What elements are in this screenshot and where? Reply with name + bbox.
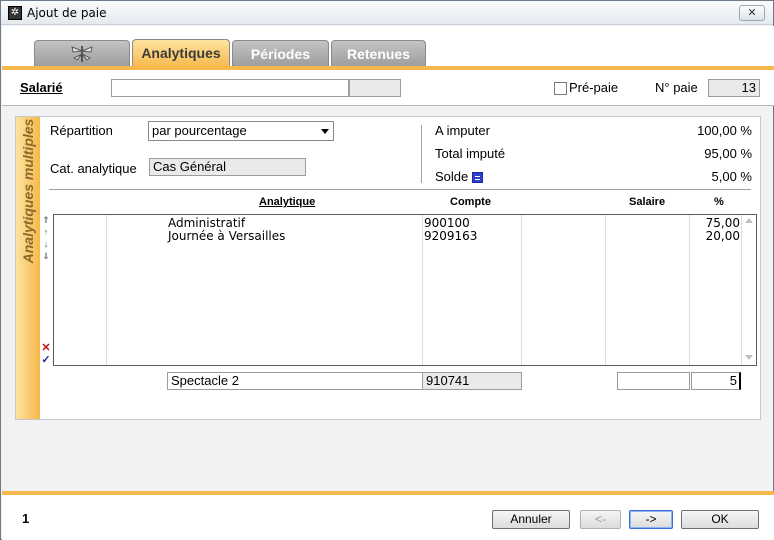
move-top-icon[interactable]: ⇑: [41, 215, 51, 226]
dragonfly-icon: [71, 46, 93, 62]
total-impute-label: Total imputé: [435, 146, 506, 161]
grid-col-line: [422, 215, 423, 365]
salarie-name-field[interactable]: [111, 79, 349, 97]
window-title: Ajout de paie: [27, 6, 107, 20]
edit-salaire-field[interactable]: [617, 372, 690, 390]
move-up-icon[interactable]: ↑: [41, 227, 51, 237]
analytiques-panel: Analytiques multiples Répartition par po…: [15, 116, 761, 420]
repartition-value: par pourcentage: [152, 123, 247, 138]
side-title: Analytiques multiples: [20, 118, 36, 264]
row-pct: 20,00: [705, 229, 740, 243]
row-analytique: Administratif: [168, 216, 246, 230]
repartition-label: Répartition: [50, 123, 113, 138]
app-icon: ✲: [8, 6, 22, 20]
col-header-analytique[interactable]: Analytique: [259, 196, 315, 208]
footer: 1 Annuler <- -> OK: [2, 495, 774, 540]
salarie-label[interactable]: Salarié: [20, 80, 63, 95]
prepaie-checkbox[interactable]: [554, 82, 567, 95]
ok-button[interactable]: OK: [681, 510, 759, 529]
move-down-icon[interactable]: ↓: [41, 239, 51, 249]
tab-bar: Analytiques Périodes Retenues: [2, 26, 774, 70]
a-imputer-value: 100,00 %: [697, 123, 752, 138]
solde-row: Solde: [435, 169, 484, 184]
tab-retenues[interactable]: Retenues: [331, 40, 426, 67]
next-button[interactable]: ->: [629, 510, 673, 529]
move-bottom-icon[interactable]: ⇓: [41, 251, 51, 262]
edit-pct-field[interactable]: 5: [691, 372, 741, 390]
cat-analytique-label: Cat. analytique: [50, 161, 137, 176]
scroll-up-icon[interactable]: [745, 218, 753, 223]
row-analytique: Journée à Versailles: [168, 229, 286, 243]
side-tab: Analytiques multiples: [16, 117, 40, 419]
prepaie-label: Pré-paie: [569, 80, 619, 95]
repartition-select[interactable]: par pourcentage: [148, 121, 334, 141]
edit-compte-field[interactable]: 910741: [422, 372, 522, 390]
grid-col-line: [605, 215, 606, 365]
scrollbar[interactable]: [742, 215, 756, 365]
col-header-salaire[interactable]: Salaire: [629, 196, 665, 208]
chevron-down-icon: [321, 129, 329, 134]
annuler-button[interactable]: Annuler: [492, 510, 570, 529]
tab-general[interactable]: [34, 40, 130, 67]
col-header-pct[interactable]: %: [714, 196, 724, 208]
a-imputer-label: A imputer: [435, 123, 490, 138]
npaie-field: 13: [708, 79, 760, 97]
solde-value: 5,00 %: [711, 169, 752, 184]
horizontal-divider: [49, 189, 751, 190]
dialog-window: ✲ Ajout de paie ✕ Analytiques Périodes R…: [0, 0, 774, 540]
grid-col-line: [521, 215, 522, 365]
grid-col-line: [106, 215, 107, 365]
close-button[interactable]: ✕: [739, 5, 765, 21]
solde-label: Solde: [435, 169, 469, 184]
tab-periodes[interactable]: Périodes: [232, 40, 329, 67]
title-bar: ✲ Ajout de paie ✕: [1, 1, 773, 25]
analytique-grid: Administratif 900100 75,00 Journée à Ver…: [53, 214, 757, 366]
tab-analytiques[interactable]: Analytiques: [132, 39, 230, 68]
vertical-divider: [421, 125, 422, 183]
edit-analytique-field[interactable]: Spectacle 2: [167, 372, 423, 390]
row-compte: 900100: [424, 216, 470, 230]
prev-button[interactable]: <-: [580, 510, 621, 529]
cat-analytique-field: Cas Général: [149, 158, 306, 176]
row-pct: 75,00: [705, 216, 740, 230]
row-compte: 9209163: [424, 229, 478, 243]
page-number: 1: [22, 511, 30, 526]
salarie-code-field[interactable]: [349, 79, 401, 97]
equals-icon[interactable]: [472, 172, 484, 184]
npaie-label: N° paie: [655, 80, 698, 95]
salarie-row: Salarié Pré-paie N° paie 13: [2, 70, 774, 106]
col-header-compte[interactable]: Compte: [450, 196, 491, 208]
total-impute-value: 95,00 %: [704, 146, 752, 161]
scroll-down-icon[interactable]: [745, 355, 753, 360]
validate-icon[interactable]: ✓: [41, 353, 51, 366]
